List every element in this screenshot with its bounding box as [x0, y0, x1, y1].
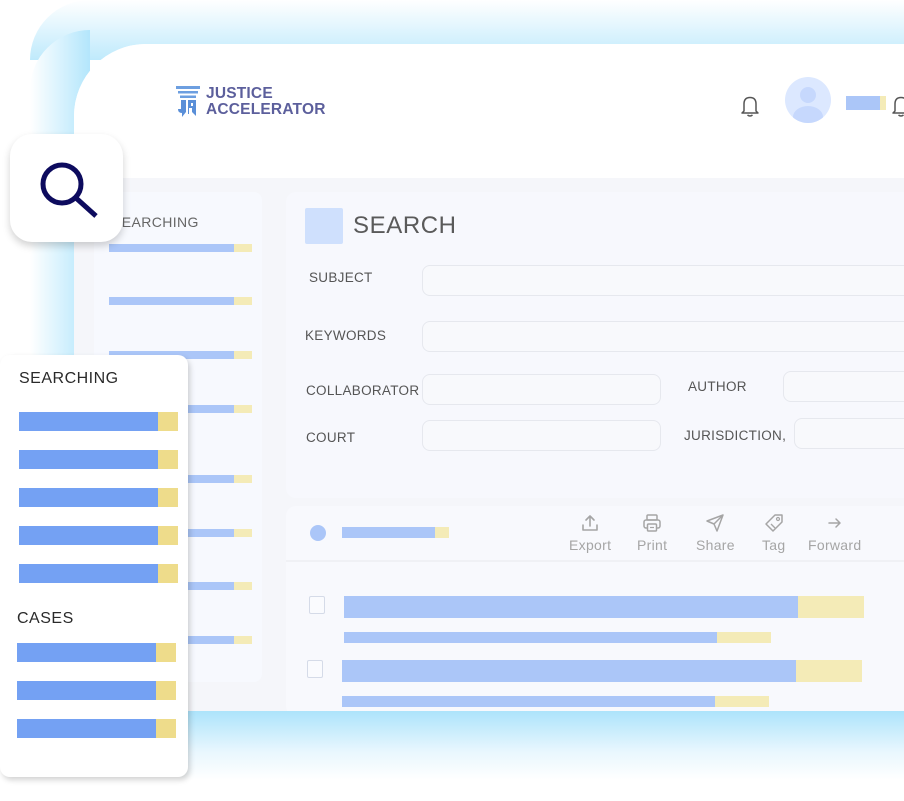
collaborator-label: COLLABORATOR [306, 383, 420, 398]
result-title-placeholder[interactable] [342, 660, 862, 682]
brand-name: JUSTICE ACCELERATOR [206, 86, 326, 118]
keywords-label: KEYWORDS [305, 328, 387, 343]
card-searching-title: SEARCHING [19, 370, 119, 387]
search-panel: SEARCH SUBJECT KEYWORDS COLLABORATOR AUT… [286, 192, 904, 498]
keywords-input[interactable] [422, 321, 904, 352]
brand-name-line2: ACCELERATOR [206, 101, 326, 118]
bell-icon[interactable] [739, 94, 761, 118]
app-window: JUSTICE ACCELERATOR SEARCHING SEARCH SUB… [74, 44, 904, 711]
sidebar-item[interactable] [109, 244, 252, 252]
result-subtitle-placeholder [344, 632, 771, 643]
searching-item[interactable] [19, 564, 178, 583]
export-button[interactable]: Export [569, 512, 611, 553]
sidebar-item[interactable] [109, 297, 252, 305]
subject-label: SUBJECT [309, 270, 373, 285]
author-label: AUTHOR [688, 379, 747, 394]
user-avatar[interactable] [785, 77, 831, 123]
select-all-radio[interactable] [310, 525, 326, 541]
subject-input[interactable] [422, 265, 904, 296]
brand-name-line1: JUSTICE [206, 85, 273, 102]
justice-pillar-logo-icon [176, 86, 200, 117]
author-input[interactable] [783, 371, 904, 402]
magnifier-icon [40, 162, 98, 218]
floating-search-badge[interactable] [10, 134, 123, 242]
sidebar-title: SEARCHING [112, 214, 199, 230]
result-row[interactable] [286, 581, 904, 643]
bell-icon[interactable] [890, 94, 904, 118]
results-toolbar: Export Print Share Tag Forward [286, 506, 904, 562]
results-panel: Export Print Share Tag Forward [286, 506, 904, 711]
result-checkbox[interactable] [309, 596, 325, 614]
forward-button[interactable]: Forward [808, 512, 861, 553]
result-checkbox[interactable] [307, 660, 323, 678]
tag-icon [764, 514, 783, 532]
court-label: COURT [306, 430, 356, 445]
background-glow-bottom [180, 710, 904, 780]
case-item[interactable] [17, 719, 176, 738]
result-row[interactable] [286, 645, 904, 707]
print-label: Print [637, 537, 668, 553]
user-name-placeholder[interactable] [846, 96, 886, 110]
floating-summary-card: SEARCHING CASES [0, 355, 188, 777]
card-cases-title: CASES [17, 610, 74, 627]
tag-label: Tag [762, 537, 786, 553]
tag-button[interactable]: Tag [762, 512, 785, 553]
searching-item[interactable] [19, 526, 178, 545]
upload-icon [582, 515, 598, 531]
court-input[interactable] [422, 420, 661, 451]
user-avatar-icon [793, 87, 823, 123]
result-title-placeholder[interactable] [344, 596, 864, 618]
print-button[interactable]: Print [637, 512, 667, 553]
case-item[interactable] [17, 643, 176, 662]
results-count-placeholder [342, 527, 449, 538]
placeholder-bar-yellow [880, 96, 886, 110]
search-panel-icon [305, 208, 343, 244]
export-label: Export [569, 537, 612, 553]
searching-item[interactable] [19, 450, 178, 469]
send-icon [706, 514, 725, 532]
searching-item[interactable] [19, 488, 178, 507]
arrow-right-icon [827, 518, 841, 528]
brand-logo[interactable]: JUSTICE ACCELERATOR [176, 86, 326, 118]
case-item[interactable] [17, 681, 176, 700]
searching-item[interactable] [19, 412, 178, 431]
jurisdiction-input[interactable] [794, 418, 904, 449]
printer-icon [643, 514, 661, 532]
collaborator-input[interactable] [422, 374, 661, 405]
jurisdiction-label: JURISDICTION, [684, 428, 787, 443]
forward-label: Forward [808, 537, 862, 553]
placeholder-bar-blue [846, 96, 880, 110]
result-subtitle-placeholder [342, 696, 769, 707]
share-label: Share [696, 537, 735, 553]
app-header: JUSTICE ACCELERATOR [74, 44, 904, 178]
search-panel-title: SEARCH [353, 212, 457, 239]
share-button[interactable]: Share [696, 512, 735, 553]
